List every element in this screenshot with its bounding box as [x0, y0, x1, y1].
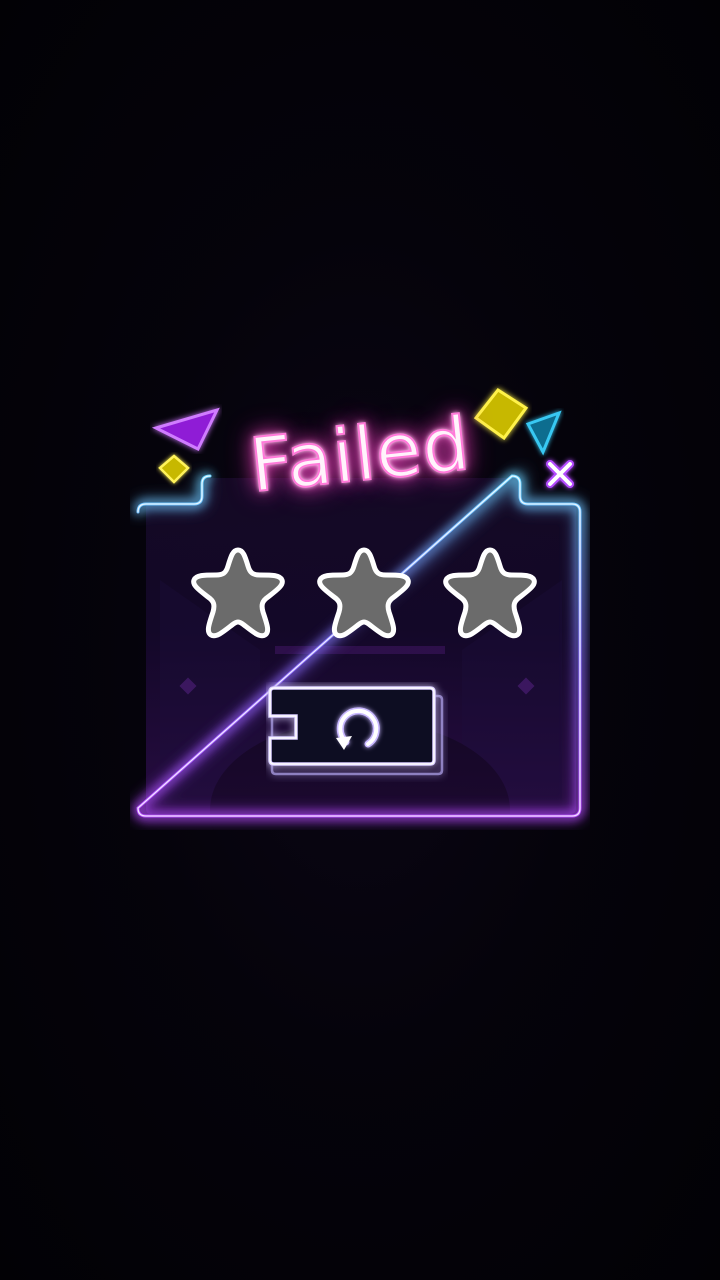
star-rating [186, 542, 542, 642]
star-icon [317, 547, 411, 639]
retry-icon [336, 707, 380, 750]
star-icon [191, 547, 285, 639]
close-icon [546, 460, 574, 488]
game-screen: Failed [0, 0, 720, 1280]
close-button[interactable] [538, 452, 582, 496]
failed-dialog: Failed [130, 380, 590, 830]
star-icon [443, 547, 537, 639]
